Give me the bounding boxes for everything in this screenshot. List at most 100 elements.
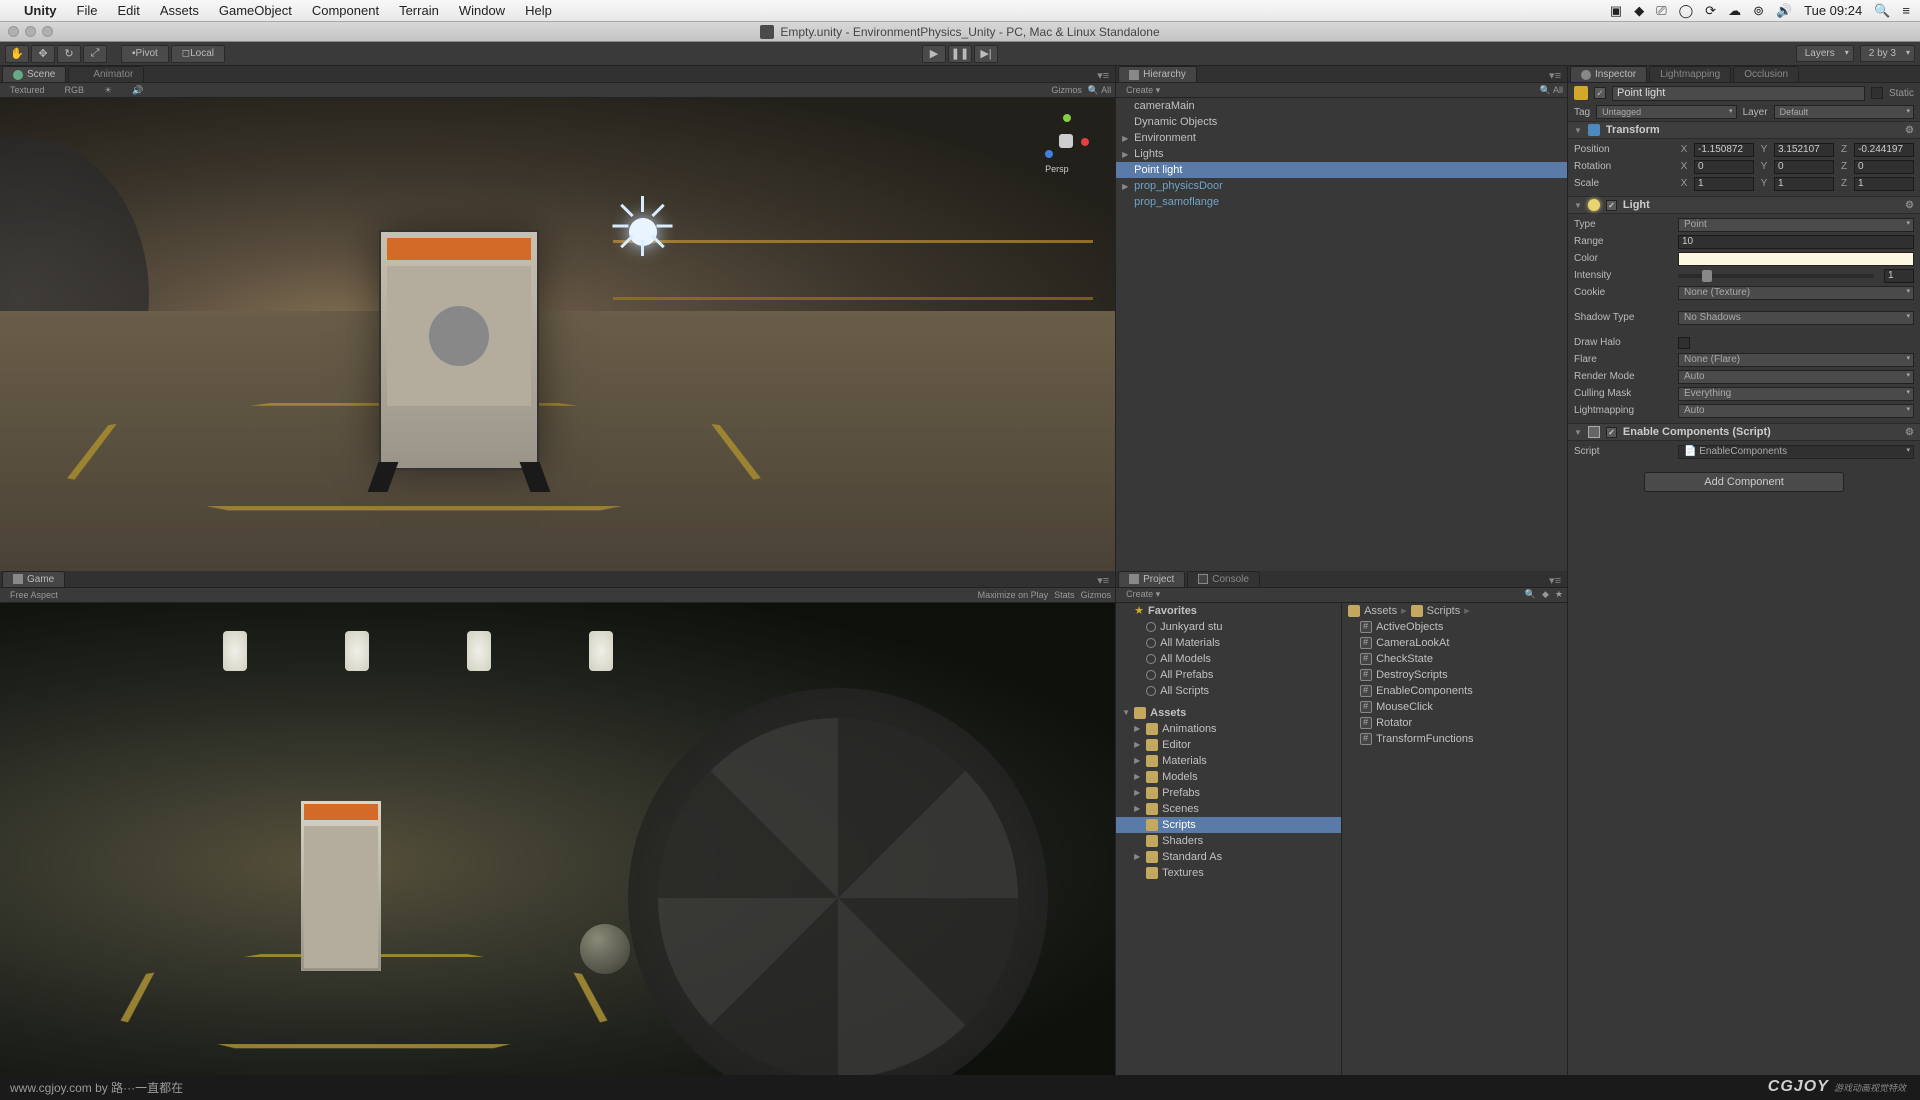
project-filter-icon[interactable]: ◆ [1542, 589, 1549, 600]
status-icon[interactable]: ⟳ [1705, 3, 1716, 19]
wifi-icon[interactable]: ⊚ [1753, 3, 1764, 19]
traffic-lights[interactable] [8, 26, 53, 37]
hierarchy-search[interactable]: 🔍 All [1540, 85, 1563, 96]
color-swatch[interactable] [1678, 252, 1914, 266]
scene-axis-gizmo[interactable]: Persp [1035, 110, 1095, 170]
create-dropdown[interactable]: Create ▾ [1120, 85, 1166, 96]
tab-scene[interactable]: Scene [2, 66, 66, 82]
favorite-item[interactable]: All Prefabs [1116, 667, 1341, 683]
pivot-toggle[interactable]: ▪ Pivot [121, 45, 169, 63]
intensity-input[interactable] [1884, 269, 1914, 283]
move-tool-button[interactable]: ✥ [31, 45, 55, 63]
rotation-y-input[interactable] [1774, 160, 1834, 174]
menu-file[interactable]: File [77, 3, 98, 18]
panel-options[interactable]: ▾≡ [1543, 69, 1567, 82]
hierarchy-item-dynamicobjects[interactable]: Dynamic Objects [1116, 114, 1567, 130]
play-button[interactable]: ▶ [922, 45, 946, 63]
menu-component[interactable]: Component [312, 3, 379, 18]
script-item[interactable]: TransformFunctions [1342, 731, 1567, 747]
scale-z-input[interactable] [1854, 177, 1914, 191]
script-item[interactable]: EnableComponents [1342, 683, 1567, 699]
menu-edit[interactable]: Edit [117, 3, 139, 18]
intensity-slider[interactable] [1678, 274, 1874, 278]
expand-icon[interactable]: ▶ [1122, 134, 1130, 143]
hierarchy-item-samoflange[interactable]: prop_samoflange [1116, 194, 1567, 210]
script-item[interactable]: ActiveObjects [1342, 619, 1567, 635]
scale-x-input[interactable] [1694, 177, 1754, 191]
fold-icon[interactable]: ▼ [1574, 201, 1582, 210]
scene-search[interactable]: 🔍 All [1088, 85, 1111, 96]
status-icon[interactable]: ☁ [1728, 3, 1741, 19]
active-checkbox[interactable]: ✓ [1594, 87, 1606, 99]
halo-checkbox[interactable] [1678, 337, 1690, 349]
tab-lightmapping[interactable]: Lightmapping [1649, 66, 1731, 82]
gizmos-toggle[interactable]: Gizmos [1081, 590, 1112, 600]
folder-item[interactable]: ▶Scenes [1116, 801, 1341, 817]
script-item[interactable]: Rotator [1342, 715, 1567, 731]
hierarchy-item-cameramain[interactable]: cameraMain [1116, 98, 1567, 114]
layers-dropdown[interactable]: Layers [1796, 45, 1854, 62]
folder-item-scripts[interactable]: Scripts [1116, 817, 1341, 833]
hand-tool-button[interactable]: ✋ [5, 45, 29, 63]
clock[interactable]: Tue 09:24 [1804, 3, 1862, 18]
gear-icon[interactable]: ⚙ [1905, 200, 1914, 211]
tab-project[interactable]: Project [1118, 571, 1185, 587]
minimize-window-button[interactable] [25, 26, 36, 37]
scene-viewport[interactable]: Persp [0, 98, 1115, 571]
expand-icon[interactable]: ▼ [1122, 708, 1130, 717]
rendermode-dropdown[interactable]: Auto [1678, 370, 1914, 384]
layout-dropdown[interactable]: 2 by 3 [1860, 45, 1915, 62]
project-contents[interactable]: Assets ▸ Scripts ▸ ActiveObjects CameraL… [1342, 603, 1567, 1076]
scale-y-input[interactable] [1774, 177, 1834, 191]
layer-dropdown[interactable]: Default [1774, 105, 1914, 119]
close-window-button[interactable] [8, 26, 19, 37]
script-enabled-checkbox[interactable]: ✓ [1606, 427, 1617, 438]
tab-game[interactable]: Game [2, 571, 65, 587]
folder-item[interactable]: ▶Standard As [1116, 849, 1341, 865]
position-z-input[interactable] [1854, 143, 1914, 157]
favorite-item[interactable]: Junkyard stu [1116, 619, 1341, 635]
local-toggle[interactable]: ◻ Local [171, 45, 225, 63]
script-component-header[interactable]: ▼ ✓ Enable Components (Script) ⚙ [1568, 423, 1920, 441]
panel-options[interactable]: ▾≡ [1091, 574, 1115, 587]
menu-icon[interactable]: ≡ [1902, 3, 1910, 18]
gear-icon[interactable]: ⚙ [1905, 427, 1914, 438]
light-enabled-checkbox[interactable]: ✓ [1606, 200, 1617, 211]
folder-item[interactable]: Shaders [1116, 833, 1341, 849]
expand-icon[interactable]: ▶ [1134, 852, 1142, 861]
panel-options[interactable]: ▾≡ [1543, 574, 1567, 587]
tab-occlusion[interactable]: Occlusion [1733, 66, 1799, 82]
favorites-header[interactable]: ★Favorites [1116, 603, 1341, 619]
tab-console[interactable]: Console [1187, 571, 1260, 587]
scene-light-toggle[interactable]: ☀ [98, 85, 118, 96]
pause-button[interactable]: ❚❚ [948, 45, 972, 63]
favorite-item[interactable]: All Scripts [1116, 683, 1341, 699]
axis-x-icon[interactable] [1081, 138, 1089, 146]
gizmos-dropdown[interactable]: Gizmos [1051, 85, 1082, 96]
position-x-input[interactable] [1694, 143, 1754, 157]
add-component-button[interactable]: Add Component [1644, 472, 1844, 492]
scale-tool-button[interactable]: ⤢ [83, 45, 107, 63]
shadow-dropdown[interactable]: No Shadows [1678, 311, 1914, 325]
rotate-tool-button[interactable]: ↻ [57, 45, 81, 63]
folder-item[interactable]: ▶Materials [1116, 753, 1341, 769]
script-item[interactable]: DestroyScripts [1342, 667, 1567, 683]
axis-y-icon[interactable] [1063, 114, 1071, 122]
rotation-x-input[interactable] [1694, 160, 1754, 174]
hierarchy-item-lights[interactable]: ▶Lights [1116, 146, 1567, 162]
fold-icon[interactable]: ▼ [1574, 126, 1582, 135]
menu-help[interactable]: Help [525, 3, 552, 18]
zoom-window-button[interactable] [42, 26, 53, 37]
status-icon[interactable]: ◆ [1634, 3, 1644, 19]
rotation-z-input[interactable] [1854, 160, 1914, 174]
aspect-dropdown[interactable]: Free Aspect [4, 590, 64, 600]
folder-item[interactable]: ▶Models [1116, 769, 1341, 785]
status-icon[interactable]: ◯ [1679, 3, 1694, 19]
position-y-input[interactable] [1774, 143, 1834, 157]
lightmapping-dropdown[interactable]: Auto [1678, 404, 1914, 418]
light-type-dropdown[interactable]: Point [1678, 218, 1914, 232]
render-mode[interactable]: RGB [59, 85, 91, 95]
cookie-field[interactable]: None (Texture) [1678, 286, 1914, 300]
assets-header[interactable]: ▼Assets [1116, 705, 1341, 721]
expand-icon[interactable]: ▶ [1122, 182, 1130, 191]
